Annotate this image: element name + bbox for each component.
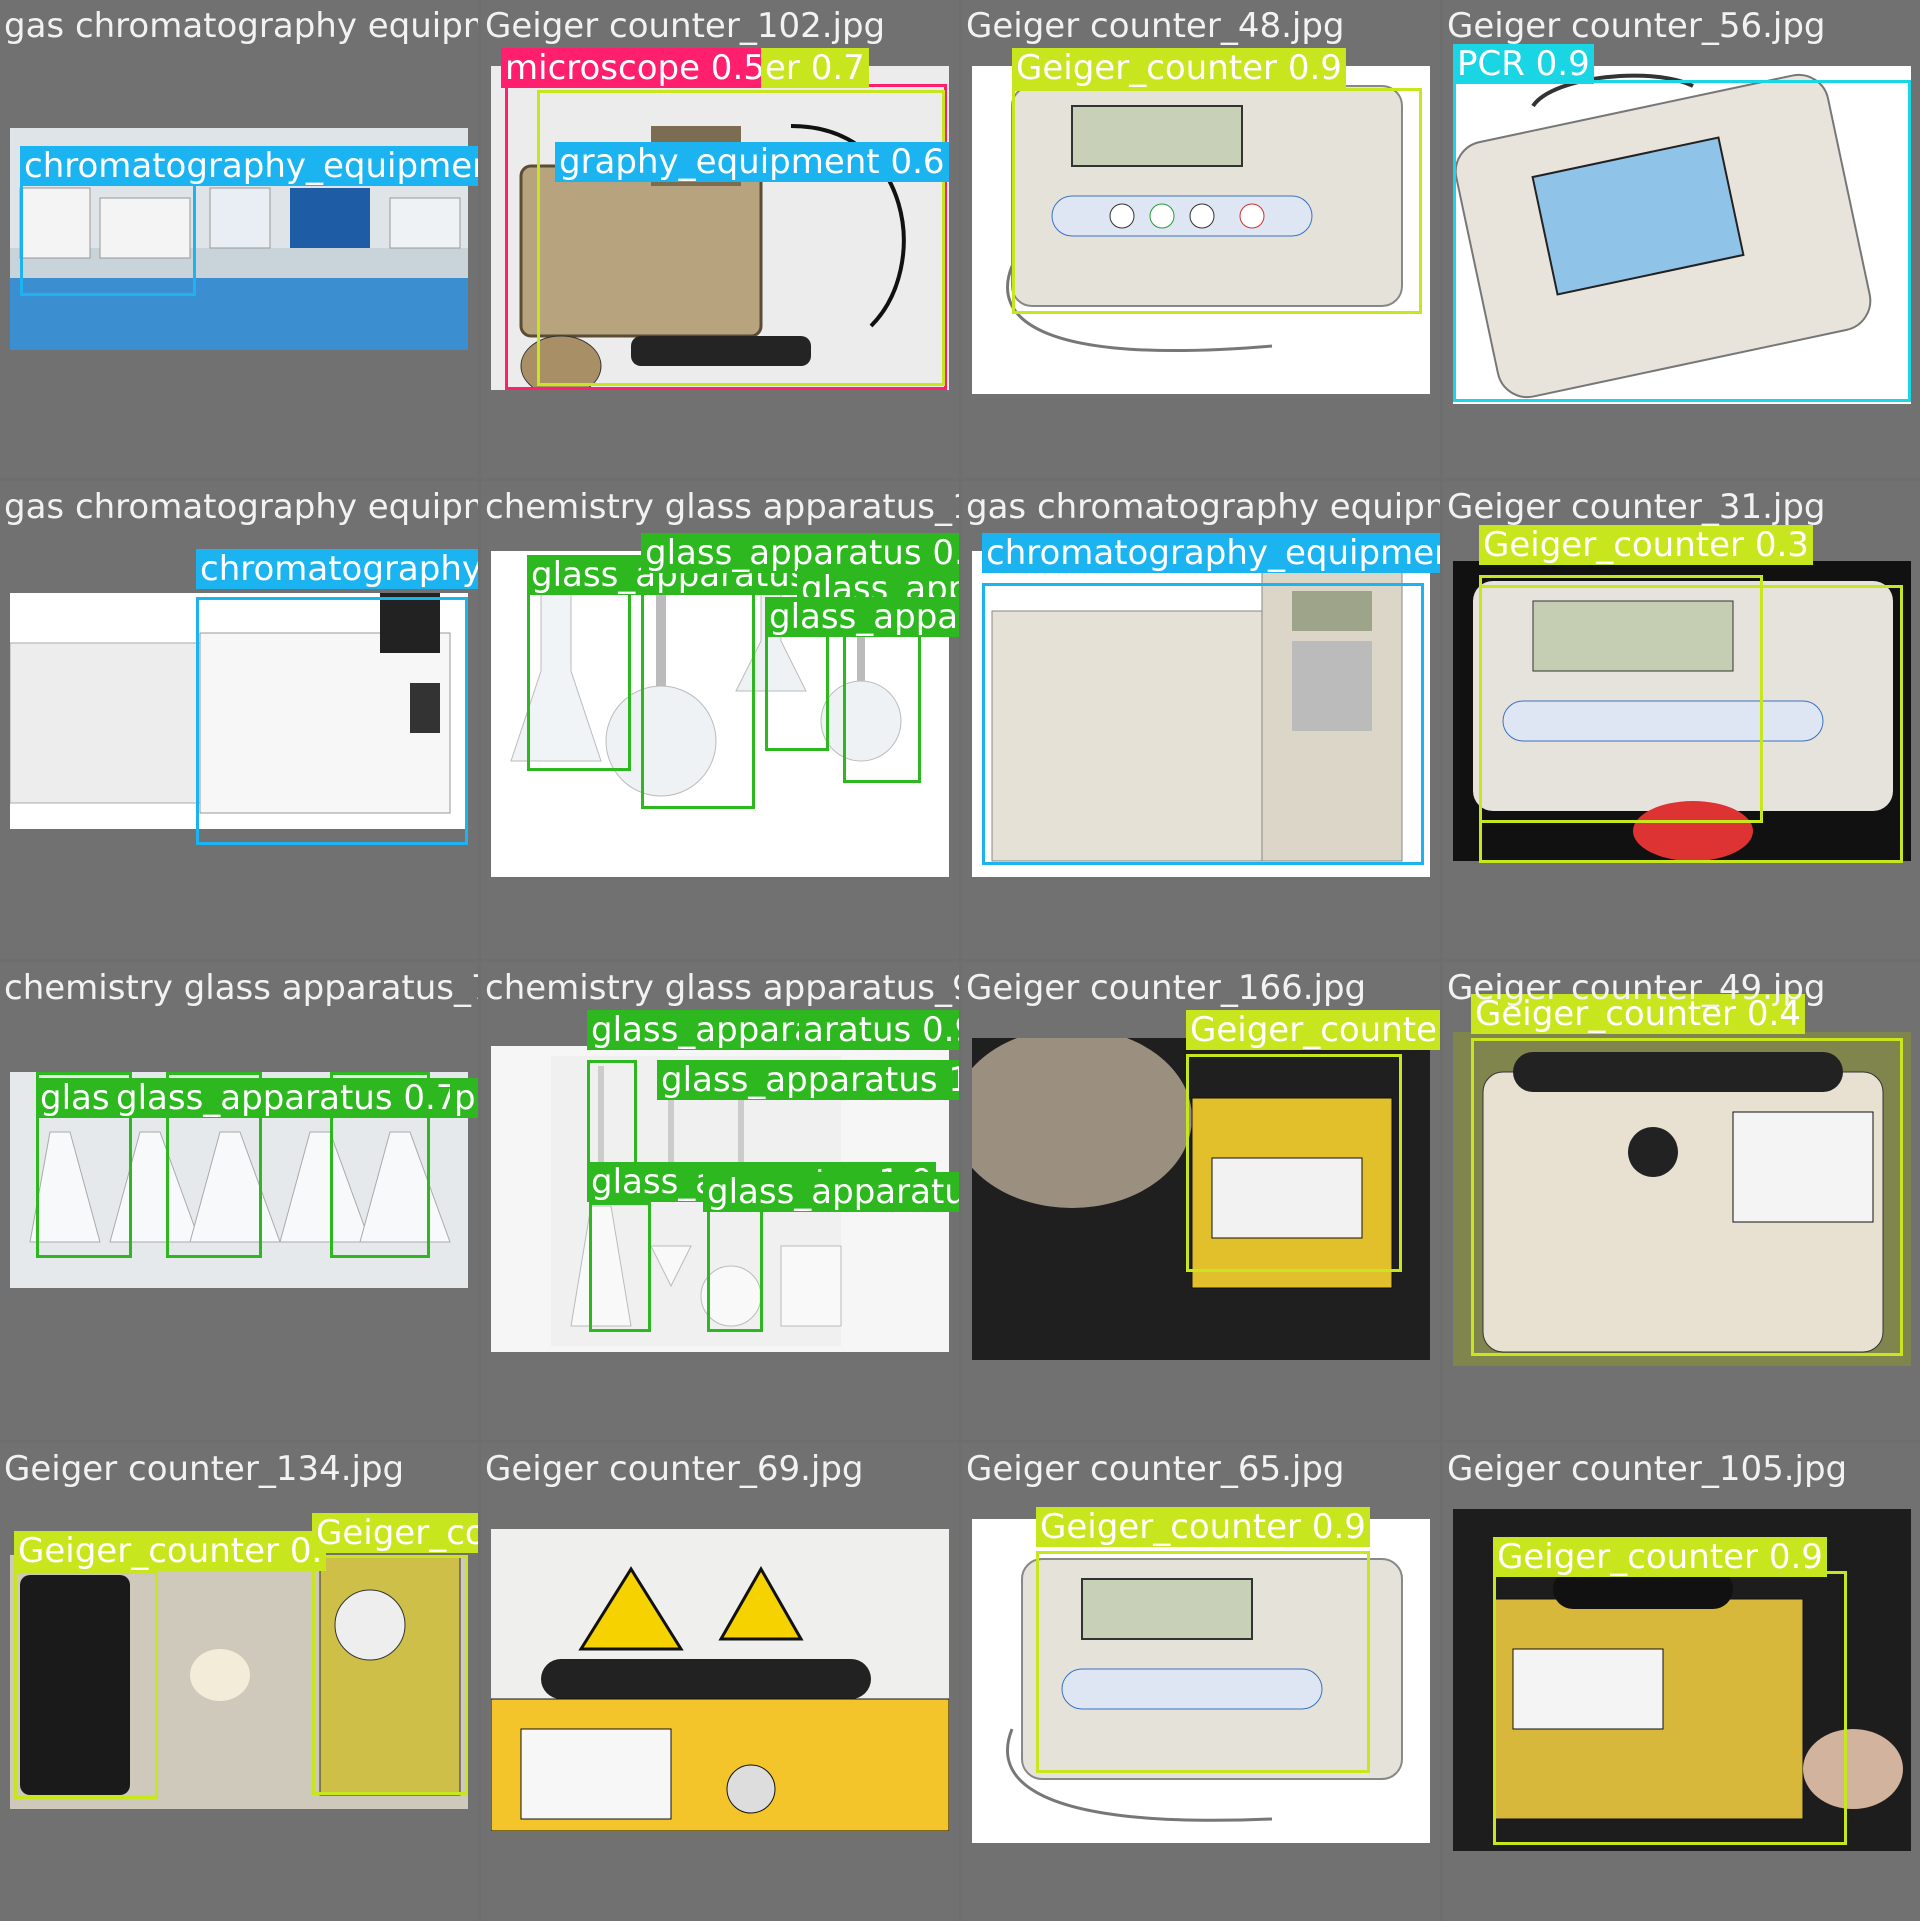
- detection-box: [1186, 1054, 1402, 1272]
- detection-label: Geiger_counter 0.9: [1036, 1507, 1370, 1547]
- tile-photo: [491, 1529, 949, 1831]
- tile-1[interactable]: microscope 0.5 er 0.7 graphy_equipment 0…: [481, 0, 959, 478]
- detection-label: glass_apparatus 1.0: [765, 597, 959, 637]
- tile-15[interactable]: Geiger_counter 0.9 Geiger counter_105.jp…: [1443, 1443, 1920, 1921]
- tile-title: chemistry glass apparatus_10.jpg: [485, 487, 959, 527]
- tile-title: Geiger counter_31.jpg: [1447, 487, 1826, 527]
- detection-box: [589, 1202, 651, 1332]
- detection-label: glass_apparatus 0.9: [641, 533, 959, 573]
- tile-2[interactable]: Geiger_counter 0.9 Geiger counter_48.jpg: [962, 0, 1440, 478]
- detection-label: glass_apparatus 0.9: [703, 1172, 959, 1212]
- tile-0[interactable]: chromatography_equipment 0.4 gas chromat…: [0, 0, 478, 478]
- tile-7[interactable]: Geiger_counter 0.3 Geiger counter_31.jpg: [1443, 481, 1920, 959]
- tile-title: Geiger counter_48.jpg: [966, 6, 1345, 46]
- tile-title: gas chromatography equipment_58.jpg: [4, 487, 478, 527]
- detection-label: pparatus 1.0: [450, 1078, 478, 1118]
- detection-box: [1493, 1571, 1847, 1845]
- detection-box: [537, 90, 945, 386]
- detection-box: [312, 1555, 468, 1795]
- tile-4[interactable]: chromatography_ec gas chromatography equ…: [0, 481, 478, 959]
- tile-title: Geiger counter_102.jpg: [485, 6, 886, 46]
- detection-label: aratus 0.9: [799, 1010, 959, 1050]
- detection-box: [14, 1571, 158, 1799]
- tile-title: Geiger counter_56.jpg: [1447, 6, 1826, 46]
- tile-title: gas chromatography equipment_140.jpg: [4, 6, 478, 46]
- detection-box: [1471, 1038, 1903, 1356]
- tile-11[interactable]: Geiger_counter 0.4 Geiger counter_49.jpg: [1443, 962, 1920, 1440]
- detection-label: glass_apparatus 0.7: [112, 1078, 462, 1118]
- detection-label: Geiger_counter 0.: [1186, 1010, 1440, 1050]
- tile-10[interactable]: Geiger_counter 0. Geiger counter_166.jpg: [962, 962, 1440, 1440]
- detection-label: Geiger_counter 0.3: [1479, 525, 1813, 565]
- tile-title: Geiger counter_69.jpg: [485, 1449, 864, 1489]
- tile-title: Geiger counter_65.jpg: [966, 1449, 1345, 1489]
- detection-grid: chromatography_equipment 0.4 gas chromat…: [0, 0, 1920, 1921]
- tile-8[interactable]: glas glass_apparatus 0.7 pparatus 1.0 ch…: [0, 962, 478, 1440]
- tile-9[interactable]: glass_apparatus 0.9 aratus 0.9 glass_app…: [481, 962, 959, 1440]
- detection-box: [1453, 80, 1911, 402]
- detection-label: Geiger_counter 0.: [14, 1531, 327, 1571]
- tile-12[interactable]: Geiger_counter 0. Geiger_counter 0.8 Gei…: [0, 1443, 478, 1921]
- detection-box: [196, 597, 468, 845]
- detection-box: [1012, 88, 1422, 314]
- tile-title: Geiger counter_49.jpg: [1447, 968, 1826, 1008]
- detection-box: [982, 583, 1424, 865]
- detection-label: chromatography_ec: [196, 549, 478, 589]
- detection-label: chromatography_equipment 0: [982, 533, 1440, 573]
- tile-14[interactable]: Geiger_counter 0.9 Geiger counter_65.jpg: [962, 1443, 1440, 1921]
- detection-label: microscope 0.5: [501, 48, 769, 88]
- tile-title: Geiger counter_166.jpg: [966, 968, 1367, 1008]
- detection-label: er 0.7: [761, 48, 869, 88]
- tile-title: chemistry glass apparatus_94.jpg: [485, 968, 959, 1008]
- detection-box: [1479, 585, 1903, 863]
- tile-5[interactable]: glass_apparatus 0. glass_apparatus 0.9 g…: [481, 481, 959, 959]
- tile-title: Geiger counter_134.jpg: [4, 1449, 405, 1489]
- detection-box: [1036, 1551, 1370, 1773]
- detection-label: chromatography_equipment 0.4: [20, 146, 478, 186]
- detection-label: Geiger_counter 0.9: [1012, 48, 1346, 88]
- tile-3[interactable]: PCR 0.9 Geiger counter_56.jpg: [1443, 0, 1920, 478]
- detection-label: PCR 0.9: [1453, 44, 1594, 84]
- detection-label: graphy_equipment 0.6: [555, 142, 949, 182]
- tile-title: Geiger counter_105.jpg: [1447, 1449, 1848, 1489]
- tile-13[interactable]: Geiger counter_69.jpg: [481, 1443, 959, 1921]
- detection-box: [707, 1202, 763, 1332]
- detection-label: Geiger_counter 0.9: [1493, 1537, 1827, 1577]
- detection-box: [587, 1060, 637, 1178]
- detection-label: Geiger_counter 0.8: [312, 1513, 478, 1553]
- tile-title: gas chromatography equipment_42.jpg: [966, 487, 1440, 527]
- detection-label: glas: [36, 1078, 114, 1118]
- detection-label: glass_apparatus 1.0: [657, 1060, 959, 1100]
- tile-6[interactable]: chromatography_equipment 0 gas chromatog…: [962, 481, 1440, 959]
- tile-title: chemistry glass apparatus_71.jpg: [4, 968, 478, 1008]
